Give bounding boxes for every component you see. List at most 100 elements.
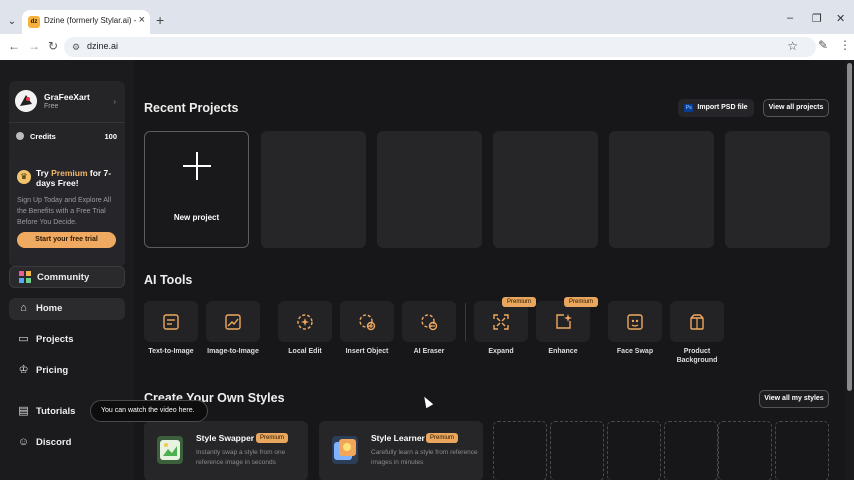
premium-badge: Premium <box>256 433 289 443</box>
bookmark-star-icon[interactable]: ☆ <box>787 39 798 53</box>
import-psd-button[interactable]: Ps Import PSD file <box>678 99 754 117</box>
sidebar-item-projects[interactable]: ▭ Projects <box>9 329 125 351</box>
style-swapper-thumbnail <box>157 436 183 464</box>
view-all-projects-button[interactable]: View all projects <box>763 99 829 117</box>
address-bar-row: ← → ↻ ⚙ dzine.ai ☆ ✎ ⋮ <box>0 34 854 60</box>
minimize-icon[interactable]: – <box>787 12 793 24</box>
premium-badge: Premium <box>502 297 537 307</box>
new-tab-plus-icon[interactable]: + <box>156 12 164 28</box>
text-to-image-icon <box>163 314 179 330</box>
ai-tools-title: AI Tools <box>144 273 193 287</box>
style-learner-card[interactable]: Style Learner Premium Carefully learn a … <box>319 421 483 480</box>
eraser-icon <box>421 314 438 331</box>
url-text[interactable]: dzine.ai <box>87 41 118 51</box>
sidebar-item-pricing[interactable]: ♔ Pricing <box>9 360 125 382</box>
sidebar-item-label: Tutorials <box>36 406 76 417</box>
tool-label: Insert Object <box>345 348 389 355</box>
recent-projects-title: Recent Projects <box>144 101 239 115</box>
tool-ai-eraser[interactable] <box>402 301 456 342</box>
project-placeholder <box>261 131 366 248</box>
plus-icon <box>183 152 211 180</box>
restore-icon[interactable]: ❐ <box>812 12 822 25</box>
style-swapper-card[interactable]: Style Swapper Premium Instantly swap a s… <box>144 421 308 480</box>
project-placeholder <box>725 131 830 248</box>
promo-body: Sign Up Today and Explore All the Benefi… <box>17 197 112 226</box>
tool-product-background[interactable] <box>670 301 724 342</box>
sidebar-item-home[interactable]: ⌂ Home <box>9 298 125 320</box>
tutorials-icon: ▤ <box>18 405 29 417</box>
forward-arrow-icon[interactable]: → <box>28 39 40 53</box>
sidebar-item-label: Community <box>37 272 90 283</box>
project-placeholder <box>609 131 714 248</box>
user-card[interactable]: GraFeeXart Free › Credits 100 <box>9 81 125 170</box>
site-info-icon[interactable]: ⚙ <box>72 42 80 53</box>
style-placeholder <box>550 421 604 480</box>
photoshop-icon: Ps <box>684 104 694 112</box>
premium-badge: Premium <box>426 433 459 443</box>
sidebar-item-label: Projects <box>36 334 74 345</box>
import-psd-label: Import PSD file <box>697 104 748 111</box>
enhance-icon <box>556 314 572 329</box>
sidebar-item-community[interactable]: Community <box>9 266 125 288</box>
mouse-cursor-icon <box>420 394 434 409</box>
close-window-icon[interactable]: ✕ <box>836 12 845 25</box>
sidebar-item-label: Home <box>36 303 63 314</box>
sidebar-item-label: Pricing <box>36 365 69 376</box>
tool-label: Local Edit <box>288 348 322 355</box>
tool-local-edit[interactable] <box>278 301 332 342</box>
tool-text-to-image[interactable] <box>144 301 198 342</box>
scrollbar[interactable] <box>845 60 854 480</box>
sidebar-item-discord[interactable]: ☺ Discord <box>9 432 125 454</box>
new-project-card[interactable]: New project <box>144 131 249 248</box>
tool-insert-object[interactable] <box>340 301 394 342</box>
tool-label: AI Eraser <box>413 348 445 355</box>
view-all-styles-button[interactable]: View all my styles <box>759 390 829 408</box>
back-arrow-icon[interactable]: ← <box>8 39 20 53</box>
chevron-right-icon[interactable]: › <box>113 97 116 106</box>
image-to-image-icon <box>225 314 241 330</box>
sidebar-item-label: Discord <box>36 437 72 448</box>
browser-tab[interactable]: dz Dzine (formerly Stylar.ai) - The × <box>22 10 150 34</box>
style-placeholder <box>664 421 718 480</box>
product-box-icon <box>690 314 704 330</box>
crown-icon: ♔ <box>18 364 29 376</box>
promo-title-prefix: Try <box>36 168 52 178</box>
project-placeholder <box>377 131 482 248</box>
user-name: GraFeeXart <box>44 92 90 102</box>
browser-chrome: ⌄ dz Dzine (formerly Stylar.ai) - The × … <box>0 0 854 60</box>
tab-close-icon[interactable]: × <box>139 14 145 26</box>
tool-image-to-image[interactable] <box>206 301 260 342</box>
scrollbar-thumb[interactable] <box>847 63 852 391</box>
project-placeholder <box>493 131 598 248</box>
style-card-description: Instantly swap a style from one referenc… <box>196 449 286 466</box>
user-plan: Free <box>44 103 59 110</box>
style-placeholder <box>493 421 547 480</box>
tool-label: Enhance <box>548 348 578 355</box>
promo-title-highlight: Premium <box>51 168 88 178</box>
crown-icon: ♛ <box>17 170 31 184</box>
style-card-description: Carefully learn a style from reference i… <box>371 449 478 466</box>
tab-search-chevron-icon[interactable]: ⌄ <box>4 14 20 30</box>
tool-label: Product Background <box>676 348 718 364</box>
divider <box>9 122 125 123</box>
extension-icon[interactable]: ✎ <box>818 38 828 52</box>
tool-enhance[interactable] <box>536 301 590 342</box>
tool-face-swap[interactable] <box>608 301 662 342</box>
tool-expand[interactable] <box>474 301 528 342</box>
style-placeholder <box>775 421 829 480</box>
new-project-label: New project <box>173 213 220 222</box>
tab-strip: ⌄ dz Dzine (formerly Stylar.ai) - The × … <box>0 10 854 34</box>
app-root: GraFeeXart Free › Credits 100 ♛ Try Prem… <box>0 60 854 480</box>
style-placeholder <box>718 421 772 480</box>
community-icon <box>18 271 31 284</box>
local-edit-icon <box>297 314 313 330</box>
browser-menu-icon[interactable]: ⋮ <box>839 38 851 52</box>
reload-icon[interactable]: ↻ <box>48 39 58 53</box>
start-free-trial-button[interactable]: Start your free trial <box>17 232 116 248</box>
address-bar[interactable]: ⚙ dzine.ai ☆ <box>64 37 816 57</box>
avatar[interactable] <box>15 90 37 112</box>
style-learner-thumbnail <box>332 436 358 464</box>
divider <box>465 303 466 341</box>
face-swap-icon <box>627 314 643 330</box>
style-card-name: Style Swapper <box>196 433 255 443</box>
